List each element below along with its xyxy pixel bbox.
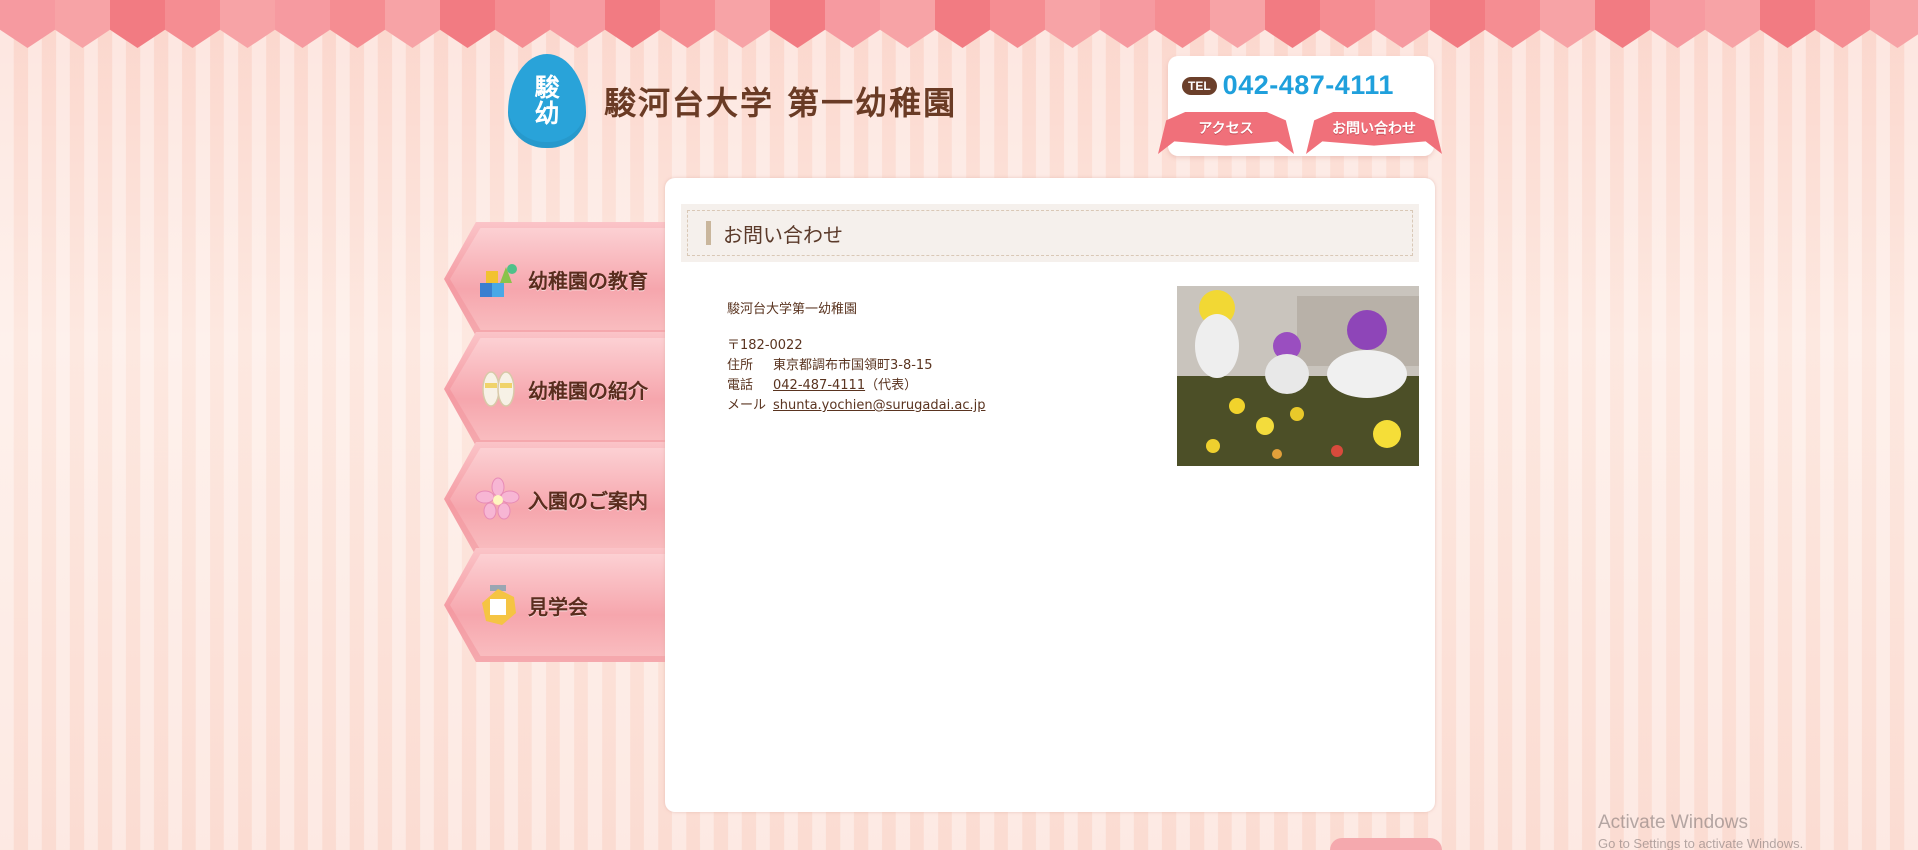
site-title: 駿河台大学 第一幼稚園: [604, 84, 958, 122]
phone-suffix: （代表）: [865, 378, 918, 393]
org-name: 駿河台大学第一幼稚園: [727, 300, 985, 320]
inquiry-button[interactable]: お問い合わせ: [1306, 112, 1442, 154]
bunting-flag: [0, 0, 55, 48]
contact-box: TEL 042-487-4111 アクセス お問い合わせ: [1158, 56, 1442, 156]
nav-item-content: 見学会: [474, 548, 588, 662]
mail-line: メール shunta.yochien@surugadai.ac.jp: [727, 396, 985, 416]
bunting-flag: [330, 0, 385, 48]
page-heading-inner: お問い合わせ: [687, 210, 1413, 256]
bunting-flag: [1155, 0, 1210, 48]
bunting-flag: [935, 0, 990, 48]
bunting-flag: [1320, 0, 1375, 48]
main-panel: お問い合わせ 駿河台大学第一幼稚園 〒182-0022 住所 東京都調布市国領町…: [665, 178, 1435, 812]
bunting-flag: [1705, 0, 1760, 48]
heading-accent-bar: [706, 221, 711, 245]
bunting-flag: [605, 0, 660, 48]
address-line: 住所 東京都調布市国領町3-8-15: [727, 356, 985, 376]
bunting-flag: [440, 0, 495, 48]
bunting-flag: [550, 0, 605, 48]
kindergarten-photo: [1177, 286, 1419, 466]
bunting-flag: [1815, 0, 1870, 48]
bunting-flag: [220, 0, 275, 48]
nav-item-label: 幼稚園の教育: [528, 268, 648, 293]
top-bunting: [0, 0, 1918, 48]
mail-link[interactable]: shunta.yochien@surugadai.ac.jp: [773, 396, 985, 416]
logo-mark-icon: 駿 幼: [508, 54, 586, 148]
site-logo[interactable]: 駿 幼 駿河台大学 第一幼稚園: [508, 54, 957, 148]
activate-title: Activate Windows: [1598, 812, 1748, 833]
postal-line: 〒182-0022: [727, 336, 985, 356]
phone-line: 電話 042-487-4111 （代表）: [727, 376, 985, 396]
bunting-flag: [990, 0, 1045, 48]
bunting-flag: [1210, 0, 1265, 48]
logo-mark-char-1: 駿: [534, 73, 560, 102]
bunting-flag: [1760, 0, 1815, 48]
page-title: お問い合わせ: [723, 222, 843, 247]
bunting-flag: [55, 0, 110, 48]
tel-badge: TEL: [1182, 76, 1217, 95]
bunting-flag: [1650, 0, 1705, 48]
mail-label: メール: [727, 398, 767, 413]
nav-item-content: 幼稚園の教育: [474, 222, 648, 336]
bunting-flag: [770, 0, 825, 48]
inquiry-button-label: お問い合わせ: [1332, 121, 1416, 137]
bunting-flag: [1265, 0, 1320, 48]
tel-number: 042-487-4111: [1222, 70, 1394, 100]
bunting-flag: [1430, 0, 1485, 48]
bunting-flag: [715, 0, 770, 48]
phone-link[interactable]: 042-487-4111: [773, 376, 865, 396]
bunting-flag: [385, 0, 440, 48]
bunting-flag: [1100, 0, 1155, 48]
name-badge-icon: [474, 581, 522, 629]
flower-icon: [474, 475, 522, 523]
nav-item-label: 入園のご案内: [528, 488, 648, 513]
bunting-flag: [660, 0, 715, 48]
bunting-flag: [275, 0, 330, 48]
bunting-flag: [1375, 0, 1430, 48]
nav-item-content: 入園のご案内: [474, 442, 648, 556]
tel-row: TEL 042-487-4111: [1182, 70, 1394, 101]
address-value: 東京都調布市国領町3-8-15: [773, 358, 933, 373]
nav-item-label: 幼稚園の紹介: [528, 378, 648, 403]
postal-code: 〒182-0022: [727, 338, 803, 353]
blocks-icon: [474, 255, 522, 303]
bunting-flag: [165, 0, 220, 48]
bunting-flag: [110, 0, 165, 48]
bunting-flag: [1870, 0, 1918, 48]
nav-item-label: 見学会: [528, 594, 588, 619]
windows-activation-watermark: Activate Windows Go to Settings to activ…: [1598, 812, 1803, 850]
bunting-flag: [1540, 0, 1595, 48]
bunting-flag: [1595, 0, 1650, 48]
nav-item-content: 幼稚園の紹介: [474, 332, 648, 446]
access-button[interactable]: アクセス: [1158, 112, 1294, 154]
logo-mark-char-2: 幼: [534, 99, 560, 128]
phone-label: 電話: [727, 378, 754, 393]
bunting-flag: [880, 0, 935, 48]
org-name-text: 駿河台大学第一幼稚園: [727, 302, 858, 317]
page-heading: お問い合わせ: [681, 204, 1419, 262]
shoes-icon: [474, 365, 522, 413]
address-label: 住所: [727, 358, 754, 373]
page-top-tab[interactable]: [1330, 838, 1442, 850]
bunting-flag: [495, 0, 550, 48]
contact-info: 駿河台大学第一幼稚園 〒182-0022 住所 東京都調布市国領町3-8-15 …: [727, 300, 985, 416]
access-button-label: アクセス: [1198, 121, 1254, 137]
bunting-flag: [1045, 0, 1100, 48]
bunting-flag: [1485, 0, 1540, 48]
bunting-flag: [825, 0, 880, 48]
activate-subtitle: Go to Settings to activate Windows.: [1598, 836, 1804, 850]
